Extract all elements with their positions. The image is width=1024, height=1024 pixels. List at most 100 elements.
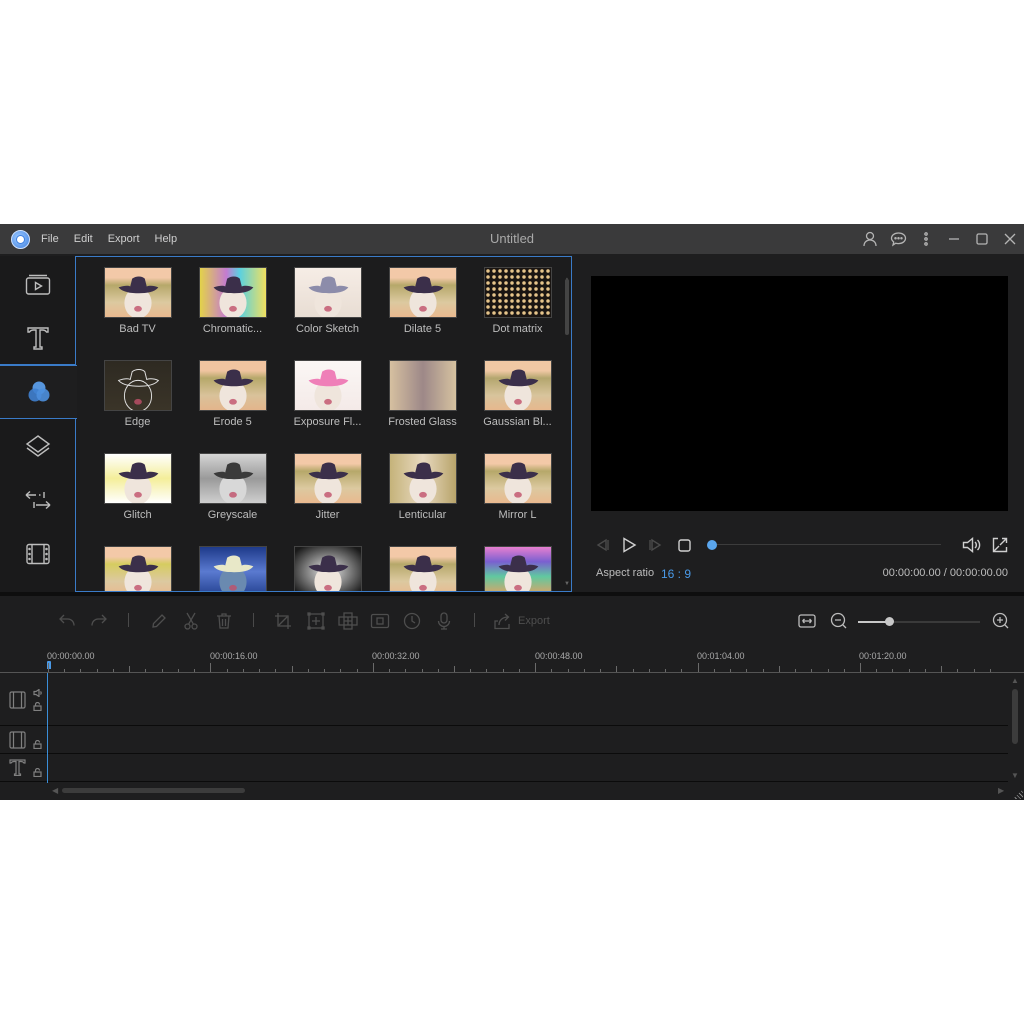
filter-tile[interactable]: Dot matrix (470, 257, 565, 350)
tracks-scroll-up-arrow[interactable]: ▲ (1011, 676, 1019, 685)
text-track[interactable] (0, 754, 1008, 782)
filter-tile[interactable]: Glitch (90, 443, 185, 536)
tracks-vertical-scroll-thumb[interactable] (1012, 689, 1018, 744)
fullscreen-button[interactable] (989, 532, 1011, 558)
mosaic-icon (338, 612, 358, 630)
export-button-label[interactable]: Export (518, 615, 550, 627)
filter-thumbnail (294, 267, 362, 318)
lock-icon[interactable] (33, 740, 42, 749)
more-button[interactable] (912, 224, 940, 254)
sidebar-item-text[interactable] (0, 311, 76, 365)
redo-button[interactable] (88, 610, 110, 632)
stop-button[interactable] (673, 532, 695, 558)
sidebar-item-overlays[interactable] (0, 419, 76, 473)
filter-tile[interactable]: Edge (90, 350, 185, 443)
timeline-zoom-handle[interactable] (885, 617, 894, 626)
fit-timeline-button[interactable] (796, 610, 818, 632)
undo-button[interactable] (56, 610, 78, 632)
edit-button[interactable] (148, 610, 170, 632)
filter-tile[interactable]: Frosted Glass (375, 350, 470, 443)
filter-tile[interactable]: Color Sketch (280, 257, 375, 350)
filters-panel: Bad TV Chromatic... Color Sketch Dilate 5 Do… (76, 256, 572, 592)
sidebar-item-elements[interactable] (0, 527, 76, 581)
filter-tile[interactable]: Dilate 5 (375, 257, 470, 350)
filter-tile[interactable] (185, 536, 280, 591)
next-frame-button[interactable] (645, 532, 667, 558)
pip-track[interactable] (0, 726, 1008, 754)
filter-tile[interactable]: Exposure Fl... (280, 350, 375, 443)
aspect-ratio-label: Aspect ratio (596, 567, 655, 579)
video-track[interactable] (0, 673, 1008, 726)
zoom-in-button[interactable] (990, 610, 1012, 632)
scroll-down-arrow[interactable]: ▼ (564, 581, 570, 587)
crop-icon (275, 613, 291, 629)
ruler-tick (974, 669, 975, 672)
feedback-button[interactable] (884, 224, 912, 254)
account-button[interactable] (856, 224, 884, 254)
timeline-horizontal-scrollbar[interactable]: ◀ ▶ (0, 783, 1024, 800)
snapshot-icon (370, 613, 390, 629)
zoom-frame-icon (307, 612, 325, 630)
mosaic-button[interactable] (337, 610, 359, 632)
scroll-left-arrow[interactable]: ◀ (52, 786, 58, 795)
cut-button[interactable] (180, 610, 202, 632)
menu-export[interactable]: Export (108, 233, 140, 245)
scroll-right-arrow[interactable]: ▶ (998, 786, 1004, 795)
play-button[interactable] (618, 532, 640, 558)
playhead-line[interactable] (47, 673, 48, 783)
dog-image (213, 276, 254, 317)
sidebar-item-transitions[interactable] (0, 473, 76, 527)
menu-help[interactable]: Help (155, 233, 178, 245)
clock-icon (403, 612, 421, 630)
aspect-ratio-value[interactable]: 16 : 9 (661, 567, 691, 581)
filters-scroll-thumb[interactable] (565, 279, 569, 335)
seek-bar[interactable] (712, 544, 941, 545)
ruler-tick (422, 669, 423, 672)
export-button[interactable] (491, 610, 513, 632)
export-icon (494, 613, 510, 630)
lock-icon[interactable] (33, 702, 42, 711)
mute-icon[interactable] (33, 689, 43, 697)
resize-grip[interactable] (1013, 789, 1023, 799)
filter-tile[interactable]: Jitter (280, 443, 375, 536)
duration-button[interactable] (401, 610, 423, 632)
timeline-scroll-thumb[interactable] (62, 788, 245, 793)
minimize-button[interactable] (940, 224, 968, 254)
filter-thumbnail (104, 267, 172, 318)
filters-scrollbar[interactable] (565, 275, 569, 575)
zoom-crop-button[interactable] (305, 610, 327, 632)
filter-tile[interactable]: Greyscale (185, 443, 280, 536)
filter-tile[interactable] (375, 536, 470, 591)
menu-edit[interactable]: Edit (74, 233, 93, 245)
timeline-ruler[interactable]: 00:00:00.00 00:00:16.00 00:00:32.00 00:0… (0, 646, 1024, 673)
playback-controls (578, 532, 1024, 558)
voiceover-button[interactable] (433, 610, 455, 632)
dog-image (308, 369, 349, 410)
seek-handle[interactable] (707, 540, 717, 550)
filters-icon (28, 381, 49, 402)
previous-frame-button[interactable] (591, 532, 613, 558)
sidebar-item-media[interactable] (0, 258, 76, 312)
crop-button[interactable] (272, 610, 294, 632)
filter-tile[interactable]: Erode 5 (185, 350, 280, 443)
filter-tile[interactable] (280, 536, 375, 591)
close-button[interactable] (996, 224, 1024, 254)
filter-tile[interactable] (470, 536, 565, 591)
freeze-frame-button[interactable] (369, 610, 391, 632)
filter-tile[interactable]: Gaussian Bl... (470, 350, 565, 443)
filter-tile[interactable] (90, 536, 185, 591)
ruler-tick (779, 666, 780, 672)
lock-icon[interactable] (33, 768, 42, 777)
filter-tile[interactable]: Lenticular (375, 443, 470, 536)
filter-tile[interactable]: Mirror L (470, 443, 565, 536)
menu-file[interactable]: File (41, 233, 59, 245)
feedback-icon (890, 232, 906, 247)
filter-tile[interactable]: Bad TV (90, 257, 185, 350)
tracks-scroll-down-arrow[interactable]: ▼ (1011, 771, 1019, 780)
delete-button[interactable] (213, 610, 235, 632)
sidebar-item-filters[interactable] (0, 365, 77, 419)
filter-tile[interactable]: Chromatic... (185, 257, 280, 350)
volume-button[interactable] (961, 532, 983, 558)
maximize-button[interactable] (968, 224, 996, 254)
zoom-out-button[interactable] (828, 610, 850, 632)
